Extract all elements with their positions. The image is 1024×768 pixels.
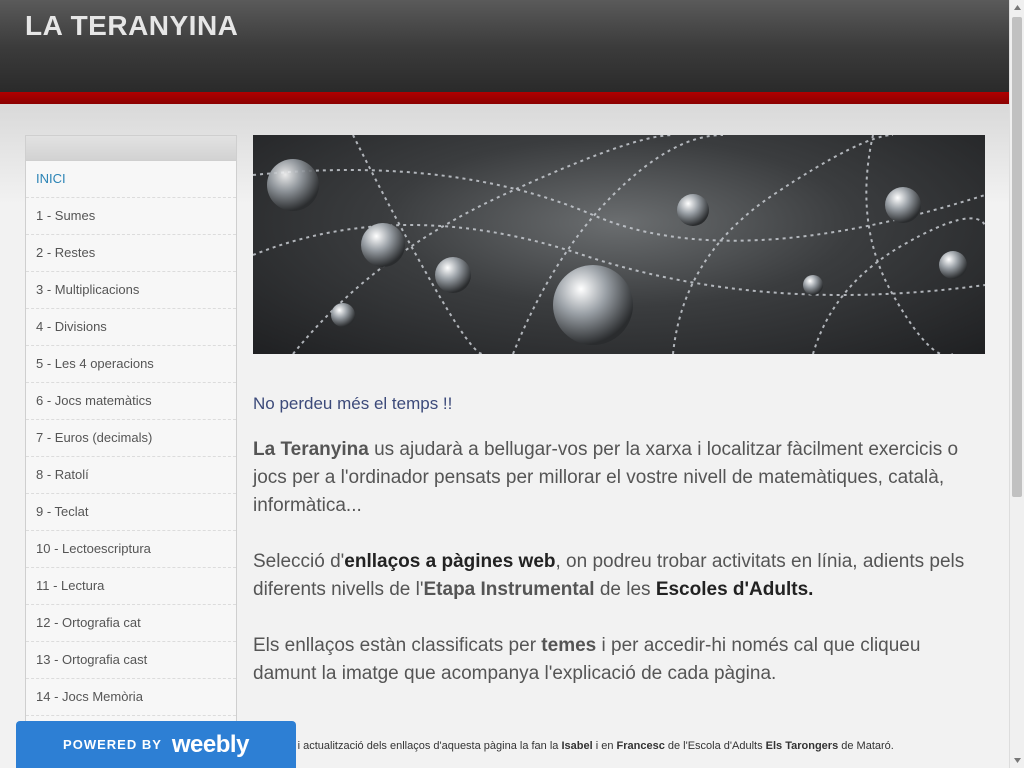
sidebar-item-lectoescriptura[interactable]: 10 - Lectoescriptura (26, 531, 236, 568)
links-paragraph: Selecció d'enllaços a pàgines web, on po… (253, 548, 985, 604)
tagline: No perdeu més el temps !! (253, 394, 453, 413)
sidebar-item-lectura[interactable]: 11 - Lectura (26, 568, 236, 605)
sidebar-item-restes[interactable]: 2 - Restes (26, 235, 236, 272)
classification-paragraph: Els enllaços estàn classificats per teme… (253, 632, 985, 688)
sidebar-header (26, 136, 236, 161)
intro-paragraph: La Teranyina us ajudarà a bellugar-vos p… (253, 436, 985, 520)
main-content: No perdeu més el temps !! La Teranyina u… (253, 394, 985, 716)
links-bold-2: Etapa Instrumental (423, 579, 595, 600)
sidebar-item-euros[interactable]: 7 - Euros (decimals) (26, 420, 236, 457)
sidebar-item-jocs-memoria[interactable]: 14 - Jocs Memòria (26, 679, 236, 716)
class-text-1: Els enllaços estàn classificats per (253, 635, 542, 656)
scroll-down-arrow-icon[interactable] (1010, 753, 1024, 768)
scroll-up-arrow-icon[interactable] (1010, 0, 1024, 15)
sidebar-item-multiplicacions[interactable]: 3 - Multiplicacions (26, 272, 236, 309)
links-text-1: Selecció d' (253, 551, 345, 572)
sidebar-nav: INICI 1 - Sumes 2 - Restes 3 - Multiplic… (25, 135, 237, 768)
credits-text-3: de l'Escola d'Adults (664, 740, 766, 752)
brand-name-bold: La Teranyina (253, 439, 369, 460)
class-bold-1: temes (541, 635, 597, 656)
credits-text-4: de Mataró. (838, 740, 894, 752)
badge-brand-logo: weebly (171, 730, 250, 758)
credits-text-2: i en (592, 740, 617, 752)
links-bold-3: Escoles d'Adults (655, 579, 809, 600)
sidebar-item-ratoli[interactable]: 8 - Ratolí (26, 457, 236, 494)
sidebar-item-jocs-matematics[interactable]: 6 - Jocs matemàtics (26, 383, 236, 420)
links-text-3: de les (594, 579, 656, 600)
sidebar-item-sumes[interactable]: 1 - Sumes (26, 198, 236, 235)
badge-powered-label: POWERED BY (63, 737, 162, 752)
credits-text-1: Selecció i actualització dels enllaços d… (253, 740, 562, 752)
sidebar-item-ortografia-cast[interactable]: 13 - Ortografia cast (26, 642, 236, 679)
credits-line: Selecció i actualització dels enllaços d… (253, 740, 985, 752)
credits-bold-3: Els Tarongers (765, 740, 839, 752)
hero-image (253, 135, 985, 354)
links-bold-1: enllaços a pàgines web (344, 551, 556, 572)
site-header: LA TERANYINA (0, 0, 1009, 92)
sidebar-item-4-operacions[interactable]: 5 - Les 4 operacions (26, 346, 236, 383)
scrollbar-thumb[interactable] (1012, 17, 1022, 497)
credits-bold-1: Isabel (561, 740, 593, 752)
sidebar-item-divisions[interactable]: 4 - Divisions (26, 309, 236, 346)
spider-web-dewdrops-illustration (253, 135, 985, 354)
credits-bold-2: Francesc (616, 740, 665, 752)
links-text-4: . (808, 579, 814, 600)
site-title[interactable]: LA TERANYINA (25, 10, 238, 42)
sidebar-item-ortografia-cat[interactable]: 12 - Ortografia cat (26, 605, 236, 642)
sidebar-item-teclat[interactable]: 9 - Teclat (26, 494, 236, 531)
header-accent-bar (0, 92, 1009, 104)
vertical-scrollbar[interactable] (1009, 0, 1024, 768)
sidebar-item-inici[interactable]: INICI (26, 161, 236, 198)
weebly-badge[interactable]: POWERED BY weebly (16, 721, 296, 768)
